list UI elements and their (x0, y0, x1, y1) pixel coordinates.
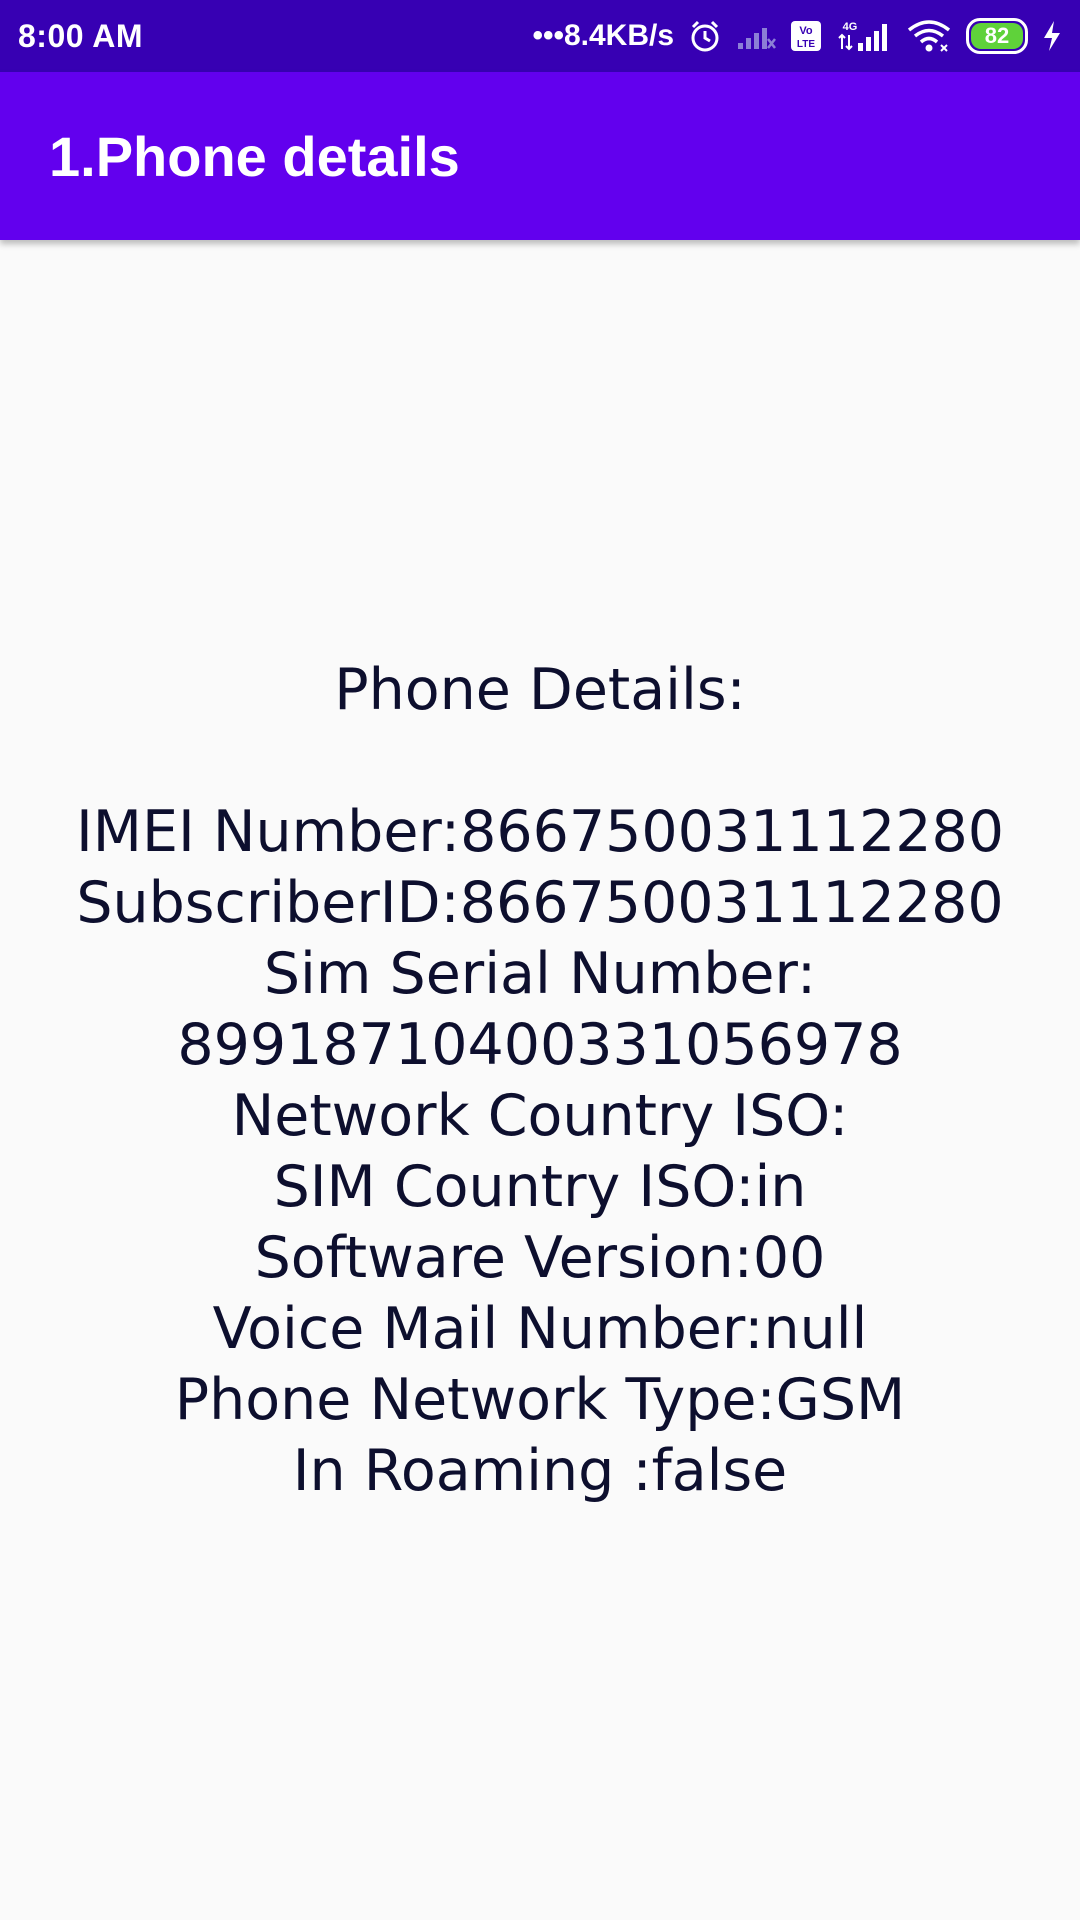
page-title: 1.Phone details (49, 124, 460, 188)
status-time: 8:00 AM (18, 17, 144, 54)
sim-serial-label-line: Sim Serial Number: (263, 941, 817, 1007)
svg-text:4G: 4G (843, 21, 858, 33)
phone-details-text: Phone Details: IMEI Number:8667500311122… (0, 655, 1080, 1507)
charging-icon (1042, 20, 1062, 52)
voice-mail-number-line: Voice Mail Number:null (212, 1296, 868, 1362)
status-bar: 8:00 AM •••8.4KB/s Vo LTE 4G 82 (0, 0, 1080, 72)
battery-level: 82 (971, 23, 1023, 49)
signal-weak-icon (736, 21, 776, 51)
phone-network-type-line: Phone Network Type:GSM (174, 1367, 906, 1433)
network-speed: •••8.4KB/s (532, 19, 674, 52)
status-icons: •••8.4KB/s Vo LTE 4G 82 (532, 18, 1062, 54)
app-bar: 1.Phone details (0, 72, 1080, 240)
wifi-icon (906, 19, 952, 53)
details-heading: Phone Details: (334, 657, 746, 723)
sim-serial-value-line: 89918710400331056978 (177, 1012, 903, 1078)
software-version-line: Software Version:00 (254, 1225, 826, 1291)
subscriber-id-line: SubscriberID:866750031112280 (76, 870, 1004, 936)
network-country-iso-line: Network Country ISO: (231, 1083, 849, 1149)
sim-country-iso-line: SIM Country ISO:in (273, 1154, 807, 1220)
signal-4g-icon: 4G (836, 19, 892, 53)
battery-icon: 82 (966, 18, 1028, 54)
svg-text:LTE: LTE (797, 39, 815, 50)
roaming-line: In Roaming :false (292, 1438, 788, 1504)
alarm-icon (688, 19, 722, 53)
volte-icon: Vo LTE (790, 20, 822, 52)
imei-line: IMEI Number:866750031112280 (75, 799, 1005, 865)
svg-text:Vo: Vo (799, 25, 813, 37)
